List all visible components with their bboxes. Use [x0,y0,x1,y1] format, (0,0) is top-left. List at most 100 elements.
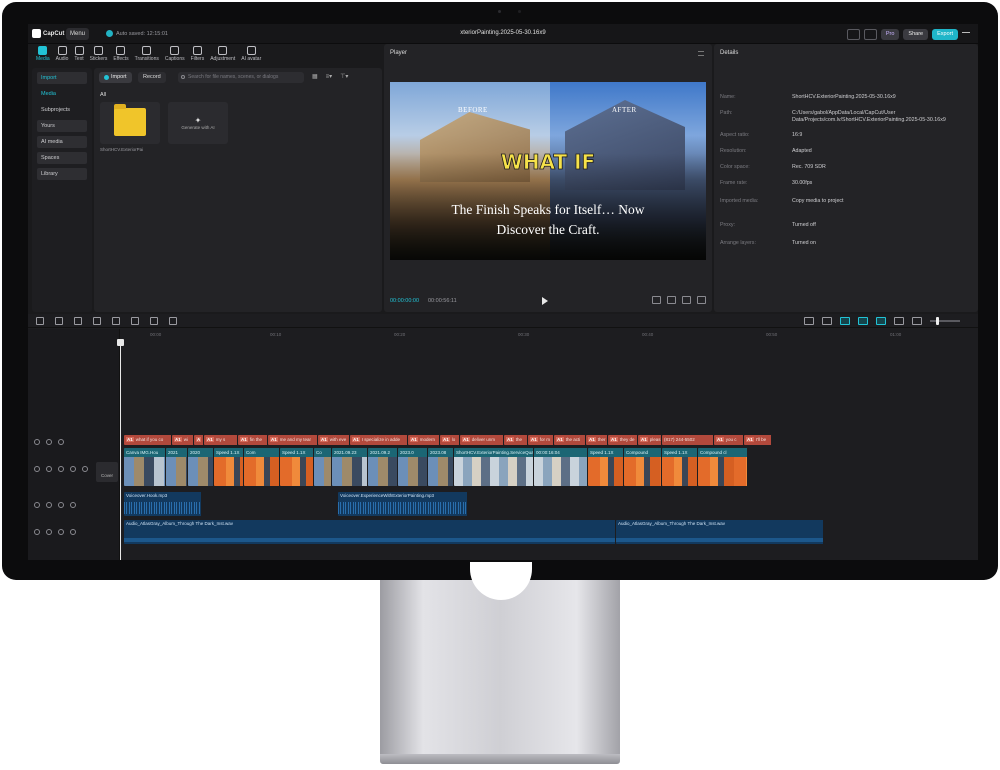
more-icon[interactable] [70,502,76,508]
video-clip[interactable]: Com [244,448,280,486]
split-left-icon[interactable] [112,317,120,325]
menu-button[interactable]: Menu [66,28,90,40]
text-clip[interactable]: (817) 244-5502 [662,435,714,445]
media-search-input[interactable]: Search for file names, scenes, or dialog… [178,72,304,83]
tab-filters[interactable]: Filters [191,44,204,66]
playhead[interactable] [120,341,121,560]
music-clip[interactable]: Audio_AtlasGray_Album_Through The Dark_I… [124,520,616,544]
eye-icon[interactable] [58,439,64,445]
delete-icon[interactable] [150,317,158,325]
text-clip[interactable]: A1 modern [408,435,440,445]
linkage-icon[interactable] [858,317,868,325]
more-icon[interactable] [70,529,76,535]
tab-captions[interactable]: Captions [165,44,185,66]
microphone-icon[interactable] [804,317,814,325]
text-clip[interactable]: A1 deliver unm [460,435,504,445]
zoom-out-icon[interactable] [912,317,922,325]
text-clip[interactable]: A1 fin the [238,435,268,445]
sidebar-item-import[interactable]: Import [37,72,87,84]
minimize-icon[interactable] [962,32,970,40]
video-clip[interactable]: Speed 1.1X [662,448,698,486]
playhead-handle[interactable] [117,339,124,346]
eye-icon[interactable] [58,466,64,472]
text-clip[interactable]: A1 I'll be [744,435,772,445]
tab-text[interactable]: Text [74,44,84,66]
video-clip[interactable]: 2021 [166,448,188,486]
video-clip[interactable]: 2023.0 [398,448,428,486]
link-icon[interactable] [822,317,832,325]
tab-effects[interactable]: Effects [113,44,129,66]
video-clip[interactable]: 2021.09.2 [368,448,398,486]
record-button[interactable]: Record [138,72,166,83]
lock-icon[interactable] [46,529,52,535]
sidebar-item-library[interactable]: Library [37,168,87,180]
cover-button[interactable]: Cover [96,462,118,482]
tab-stickers[interactable]: Stickers [90,44,107,66]
import-button[interactable]: Import [99,72,132,83]
zoom-slider-handle[interactable] [936,317,939,325]
lock-icon[interactable] [46,439,52,445]
voiceover-clip[interactable]: Voiceover.Hook.mp3 [124,492,202,516]
pro-button[interactable]: Pro [880,28,900,40]
play-icon[interactable] [542,297,548,305]
split-icon[interactable] [93,317,101,325]
tab-ai-avatar[interactable]: AI avatar [241,44,261,66]
quality-icon[interactable] [682,296,691,304]
export-button[interactable]: Export [932,28,958,40]
caption-icon[interactable] [894,317,904,325]
tab-audio[interactable]: Audio [56,44,68,66]
text-clip[interactable]: A [194,435,204,445]
voiceover-clip[interactable]: Voiceover.ExperienceWithExteriorPainting… [338,492,468,516]
video-clip[interactable]: Compound cl [698,448,748,486]
sidebar-item-subprojects[interactable]: Subprojects [37,104,87,116]
video-clip[interactable]: Co [314,448,332,486]
crop-icon[interactable] [667,296,676,304]
speaker-icon[interactable] [58,502,64,508]
tab-media[interactable]: Media [36,44,50,66]
video-clip[interactable]: 2023.08 [428,448,454,486]
text-clip[interactable]: A1 wi [172,435,194,445]
text-clip[interactable]: A1 ther [586,435,608,445]
more-icon[interactable] [82,466,88,472]
folder-card[interactable] [100,102,160,144]
sort-icon[interactable]: ≡▾ [326,73,333,80]
sidebar-item-yours[interactable]: Yours [37,120,87,132]
lock-icon[interactable] [46,466,52,472]
redo-icon[interactable] [74,317,82,325]
text-clip[interactable]: A1 for m [528,435,554,445]
sidebar-item-media[interactable]: Media [37,88,87,100]
text-clip[interactable]: A1 they de [608,435,638,445]
text-clip[interactable]: A1 me and my tear [268,435,318,445]
text-clip[interactable]: A1 the [504,435,528,445]
text-clip[interactable]: A1 pleas [638,435,662,445]
preview-axis-icon[interactable] [876,317,886,325]
tab-transitions[interactable]: Transitions [135,44,159,66]
video-preview[interactable]: BEFORE AFTER WHAT IF The Finish Speaks f… [390,82,706,260]
text-clip[interactable]: A1 I specialize in adde [350,435,408,445]
video-clip[interactable]: Speed 1.1X [588,448,624,486]
text-clip[interactable]: A1 lo [440,435,460,445]
time-ruler[interactable]: 00:00 00:10 00:20 00:30 00:40 00:50 01:00 [120,329,978,341]
shield-icon[interactable] [169,317,177,325]
fullscreen-icon[interactable] [697,296,706,304]
text-clip[interactable]: A1 my s [204,435,238,445]
video-clip[interactable]: 2021.09.23 [332,448,368,486]
video-clip[interactable]: Compound [624,448,662,486]
share-button[interactable]: Share [903,28,929,40]
undo-icon[interactable] [55,317,63,325]
text-clip[interactable]: A1 with eve [318,435,350,445]
speaker-icon[interactable] [58,529,64,535]
video-clip[interactable]: Speed 1.1X [214,448,244,486]
speaker-icon[interactable] [70,466,76,472]
video-clip[interactable]: Canva IMG.Hou [124,448,166,486]
generate-with-ai-card[interactable]: ✦ Generate with AI [168,102,228,144]
music-clip[interactable]: Audio_AtlasGray_Album_Through The Dark_I… [616,520,824,544]
magnet-icon[interactable] [840,317,850,325]
video-clip[interactable]: Speed 1.1X [280,448,314,486]
sidebar-item-ai-media[interactable]: AI media [37,136,87,148]
filter-icon[interactable]: ⊤▾ [340,73,348,80]
video-clip[interactable]: ShortHCV.ExteriorPainting.ServiceQuality… [454,448,534,486]
split-right-icon[interactable] [131,317,139,325]
lock-icon[interactable] [46,502,52,508]
sidebar-item-spaces[interactable]: Spaces [37,152,87,164]
